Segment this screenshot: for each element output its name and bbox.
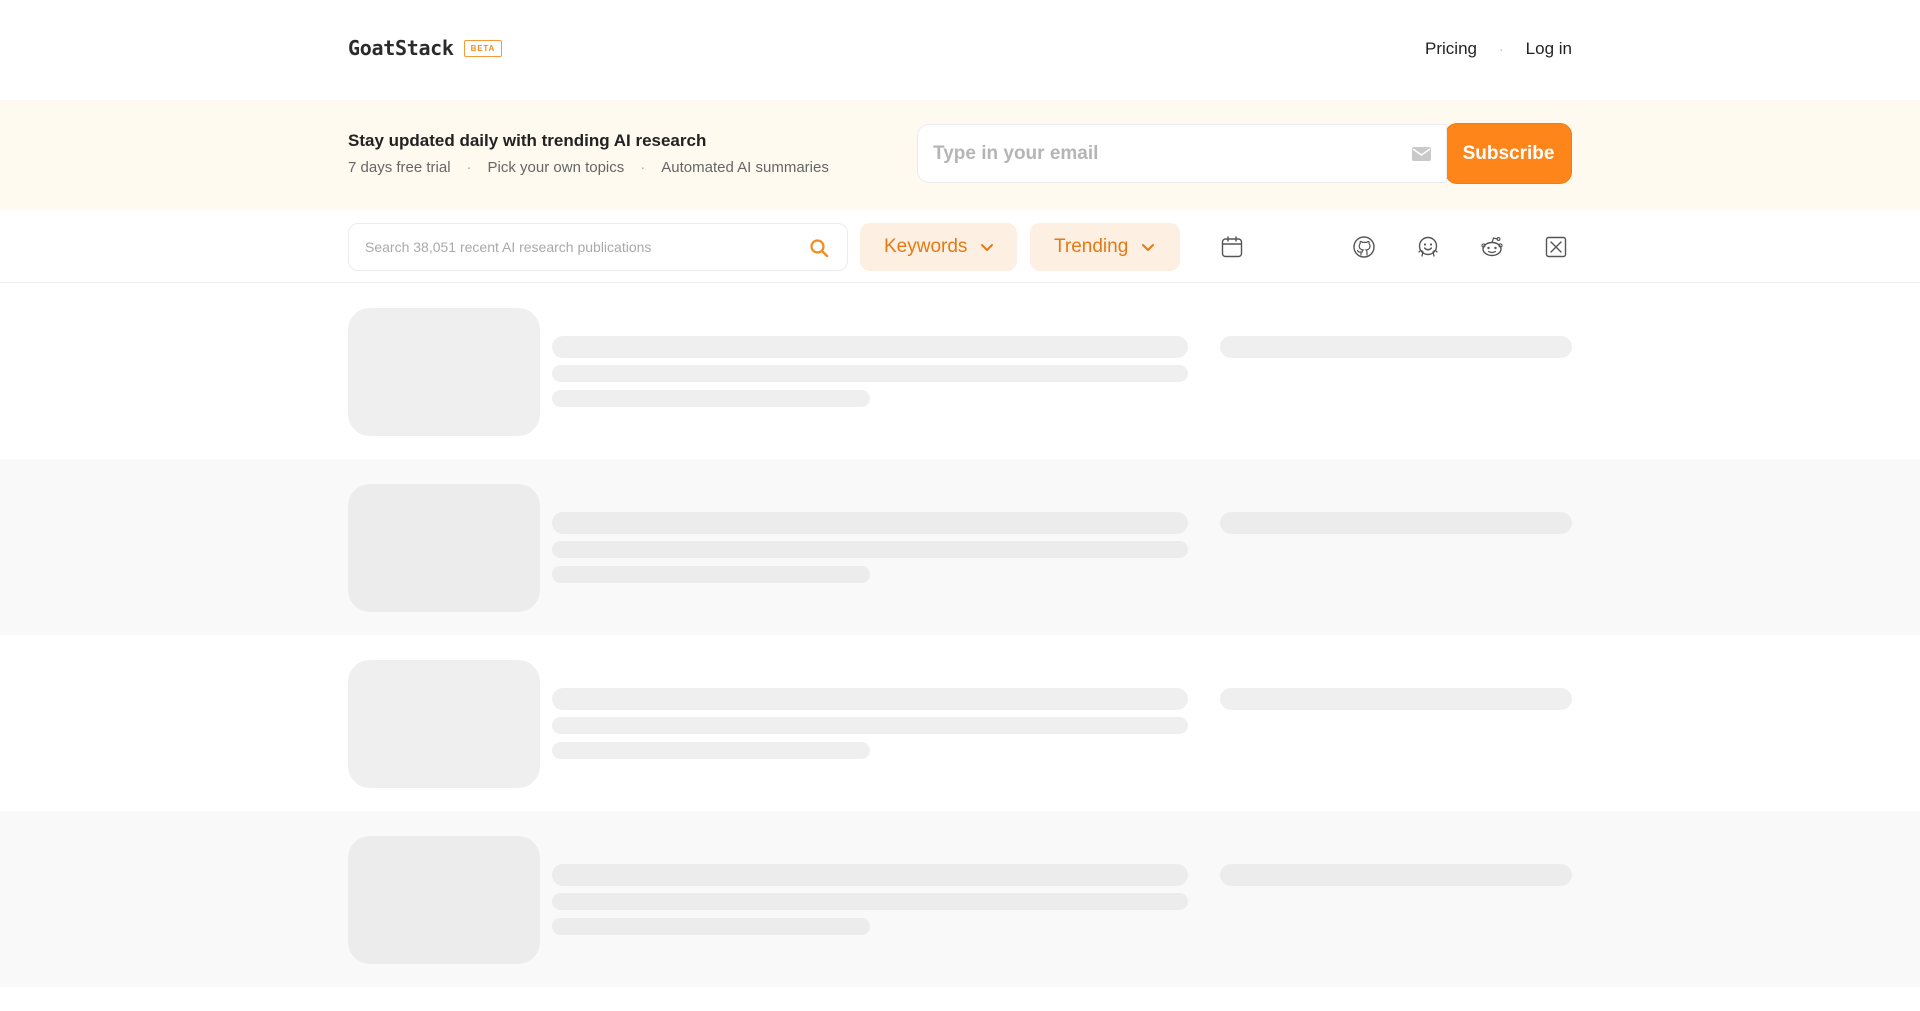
text-placeholder (552, 742, 870, 759)
nav-separator: · (1499, 41, 1504, 57)
search-icon[interactable] (809, 238, 829, 258)
x-icon[interactable] (1544, 235, 1568, 259)
beta-badge: BETA (463, 39, 503, 57)
text-placeholder (552, 365, 1188, 382)
thumbnail-placeholder (348, 836, 540, 964)
pricing-link[interactable]: Pricing (1425, 39, 1477, 59)
loading-row (0, 811, 1920, 987)
search-box (348, 223, 848, 271)
logo[interactable]: GoatStack BETA (348, 36, 503, 60)
keywords-dropdown[interactable]: Keywords (860, 223, 1017, 271)
feature-separator: · (466, 159, 472, 176)
chevron-down-icon (981, 243, 994, 251)
keywords-label: Keywords (884, 236, 968, 257)
github-icon[interactable] (1352, 235, 1376, 259)
reddit-icon[interactable] (1480, 235, 1504, 259)
title-placeholder (552, 864, 1188, 886)
filter-toolbar: Keywords Trending (0, 210, 1920, 283)
calendar-icon[interactable] (1220, 235, 1244, 259)
meta-placeholder (1220, 336, 1572, 358)
title-placeholder (552, 336, 1188, 358)
text-placeholder (552, 541, 1188, 558)
loading-row (0, 283, 1920, 459)
email-input[interactable] (933, 142, 1373, 165)
subscribe-banner: Stay updated daily with trending AI rese… (0, 100, 1920, 210)
title-placeholder (552, 688, 1188, 710)
subscribe-form: Subscribe (917, 123, 1572, 184)
login-link[interactable]: Log in (1526, 39, 1572, 59)
banner-features: 7 days free trial · Pick your own topics… (348, 159, 829, 176)
meta-placeholder (1220, 688, 1572, 710)
site-header: GoatStack BETA Pricing · Log in (0, 0, 1920, 100)
feature-separator: · (640, 159, 646, 176)
text-placeholder (552, 566, 870, 583)
feature-free-trial: 7 days free trial (348, 159, 451, 176)
banner-title: Stay updated daily with trending AI rese… (348, 131, 707, 150)
trending-dropdown[interactable]: Trending (1030, 223, 1180, 271)
meta-placeholder (1220, 864, 1572, 886)
search-input[interactable] (365, 239, 785, 255)
top-nav: Pricing · Log in (1425, 39, 1572, 59)
logo-text[interactable]: GoatStack (348, 36, 454, 60)
text-placeholder (552, 717, 1188, 734)
huggingface-icon[interactable] (1416, 235, 1440, 259)
meta-placeholder (1220, 512, 1572, 534)
paper-list (0, 283, 1920, 987)
chevron-down-icon (1142, 243, 1155, 251)
subscribe-button[interactable]: Subscribe (1445, 123, 1572, 184)
loading-row (0, 635, 1920, 811)
thumbnail-placeholder (348, 660, 540, 788)
mail-icon (1412, 147, 1431, 161)
feature-topics: Pick your own topics (487, 159, 625, 176)
feature-summaries: Automated AI summaries (661, 159, 829, 176)
text-placeholder (552, 918, 870, 935)
title-placeholder (552, 512, 1188, 534)
trending-label: Trending (1054, 236, 1129, 257)
email-field-wrapper (917, 124, 1447, 183)
banner-text: Stay updated daily with trending AI rese… (348, 131, 829, 176)
thumbnail-placeholder (348, 484, 540, 612)
thumbnail-placeholder (348, 308, 540, 436)
loading-row (0, 459, 1920, 635)
text-placeholder (552, 893, 1188, 910)
text-placeholder (552, 390, 870, 407)
